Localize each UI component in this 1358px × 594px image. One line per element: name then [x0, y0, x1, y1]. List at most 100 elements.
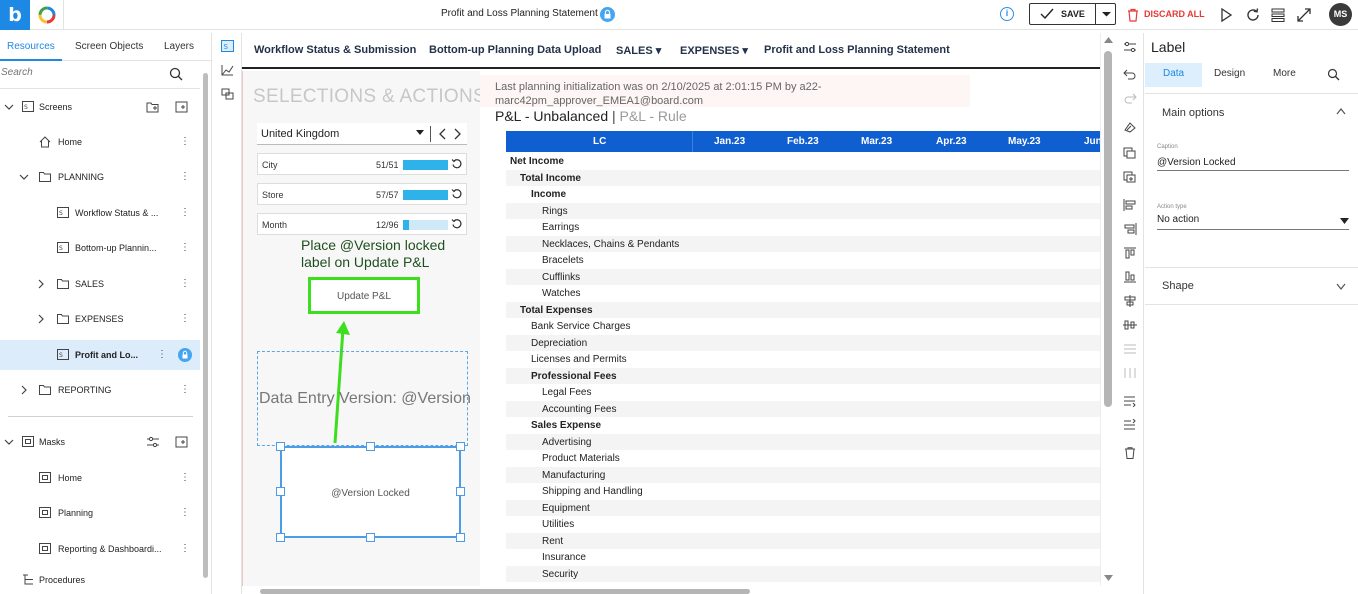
- kebab-menu-icon[interactable]: ⋮: [180, 507, 190, 518]
- filter-city[interactable]: City 51/51: [257, 153, 467, 175]
- chevron-down-icon[interactable]: [1336, 283, 1346, 290]
- layout-icon[interactable]: [1270, 7, 1286, 23]
- resize-handle[interactable]: [276, 487, 285, 496]
- update-pl-button[interactable]: Update P&L: [308, 277, 420, 314]
- chevron-right-icon[interactable]: [19, 385, 29, 395]
- pl-title-rule[interactable]: P&L - Rule: [620, 108, 687, 124]
- resize-handle[interactable]: [456, 533, 465, 542]
- copy-layout-icon[interactable]: [221, 88, 234, 100]
- chevron-down-icon[interactable]: [4, 102, 14, 112]
- app-ring-icon[interactable]: [37, 5, 57, 25]
- chart-edit-icon[interactable]: [221, 64, 234, 76]
- kebab-menu-icon[interactable]: ⋮: [180, 242, 190, 253]
- new-folder-icon[interactable]: [146, 101, 160, 113]
- data-entry-version-label[interactable]: Data Entry Version: @Version: [257, 351, 471, 446]
- play-icon[interactable]: [1218, 7, 1234, 23]
- canvas-horizontal-scrollbar[interactable]: [242, 586, 1100, 594]
- table-row[interactable]: Manufacturing: [506, 466, 1101, 483]
- search-icon[interactable]: [1327, 68, 1340, 81]
- table-row[interactable]: Depreciation: [506, 334, 1101, 351]
- kebab-menu-icon[interactable]: ⋮: [157, 349, 167, 360]
- nav-expenses[interactable]: EXPENSES ▾: [680, 44, 748, 57]
- kebab-menu-icon[interactable]: ⋮: [180, 384, 190, 395]
- main-options-title[interactable]: Main options: [1162, 107, 1224, 119]
- shape-section[interactable]: Shape: [1145, 267, 1358, 305]
- chevron-up-icon[interactable]: [1336, 108, 1346, 115]
- table-row[interactable]: Rent: [506, 532, 1101, 549]
- undo-icon[interactable]: [1123, 68, 1137, 80]
- redo-icon[interactable]: [1123, 92, 1137, 104]
- table-row[interactable]: Rings: [506, 202, 1101, 219]
- tree-item-home[interactable]: Home ⋮: [0, 127, 200, 157]
- table-row[interactable]: Licenses and Permits: [506, 351, 1101, 368]
- column-header[interactable]: Jan.23: [714, 136, 745, 147]
- new-mask-icon[interactable]: [175, 436, 189, 448]
- scroll-down-icon[interactable]: [1104, 575, 1113, 581]
- send-backward-icon[interactable]: [1123, 395, 1137, 407]
- bring-forward-icon[interactable]: [1123, 419, 1137, 431]
- reset-icon[interactable]: [451, 218, 463, 230]
- save-button[interactable]: SAVE: [1029, 3, 1116, 25]
- kebab-menu-icon[interactable]: ⋮: [180, 543, 190, 554]
- save-dropdown-button[interactable]: [1095, 4, 1116, 24]
- tree-section-masks[interactable]: Masks: [0, 427, 200, 457]
- nav-bottom-up-upload[interactable]: Bottom-up Planning Data Upload: [429, 44, 601, 56]
- table-row[interactable]: Security: [506, 565, 1101, 582]
- user-avatar[interactable]: MS: [1329, 3, 1352, 26]
- table-row[interactable]: Equipment: [506, 499, 1101, 516]
- table-row[interactable]: Product Materials: [506, 450, 1101, 467]
- chevron-down-icon[interactable]: [4, 437, 14, 447]
- table-row[interactable]: Bank Service Charges: [506, 318, 1101, 335]
- table-row[interactable]: Earrings: [506, 219, 1101, 236]
- table-row[interactable]: Insurance: [506, 549, 1101, 566]
- chevron-right-icon[interactable]: [36, 314, 46, 324]
- kebab-menu-icon[interactable]: ⋮: [180, 136, 190, 147]
- tree-item-profit-and-loss[interactable]: S Profit and Lo... ⋮: [0, 340, 200, 370]
- caption-field[interactable]: [1157, 155, 1349, 171]
- table-row[interactable]: Legal Fees: [506, 384, 1101, 401]
- tree-scrollbar[interactable]: [203, 73, 208, 578]
- tree-folder-sales[interactable]: SALES ⋮: [0, 269, 200, 299]
- kebab-menu-icon[interactable]: ⋮: [180, 207, 190, 218]
- search-input[interactable]: [1, 67, 151, 78]
- column-header[interactable]: LC: [593, 136, 606, 147]
- kebab-menu-icon[interactable]: ⋮: [180, 278, 190, 289]
- table-row[interactable]: Professional Fees: [506, 367, 1101, 384]
- country-dropdown[interactable]: United Kingdom: [257, 123, 467, 145]
- scroll-up-icon[interactable]: [1104, 37, 1113, 43]
- nav-workflow-status[interactable]: Workflow Status & Submission: [254, 44, 416, 56]
- table-row[interactable]: Sales Expense: [506, 417, 1101, 434]
- column-header[interactable]: Mar.23: [861, 136, 892, 147]
- pl-title-unbalanced[interactable]: P&L - Unbalanced: [495, 108, 608, 124]
- tree-mask-home[interactable]: Home ⋮: [0, 463, 200, 493]
- tab-screen-objects[interactable]: Screen Objects: [75, 41, 143, 52]
- align-right-icon[interactable]: [1123, 223, 1137, 235]
- align-middle-icon[interactable]: [1123, 319, 1137, 331]
- previous-icon[interactable]: [439, 128, 447, 140]
- reset-icon[interactable]: [451, 158, 463, 170]
- tree-section-screens[interactable]: S Screens: [0, 92, 200, 122]
- resize-handle[interactable]: [366, 533, 375, 542]
- search-icon[interactable]: [169, 67, 183, 81]
- tree-section-procedures[interactable]: Procedures: [0, 565, 200, 594]
- shape-title[interactable]: Shape: [1162, 280, 1194, 292]
- board-logo[interactable]: b: [0, 0, 30, 30]
- expand-icon[interactable]: [1296, 7, 1312, 23]
- tree-folder-expenses[interactable]: EXPENSES ⋮: [0, 304, 200, 334]
- resize-handle[interactable]: [276, 533, 285, 542]
- scroll-thumb[interactable]: [260, 589, 750, 594]
- format-painter-icon[interactable]: [1123, 121, 1137, 133]
- refresh-icon[interactable]: [1245, 7, 1261, 23]
- tab-more[interactable]: More: [1273, 68, 1296, 79]
- tab-resources[interactable]: Resources: [7, 41, 55, 52]
- table-row[interactable]: Total Expenses: [506, 301, 1101, 318]
- filter-settings-icon[interactable]: [146, 436, 160, 448]
- table-row[interactable]: Accounting Fees: [506, 400, 1101, 417]
- new-screen-icon[interactable]: [175, 101, 189, 113]
- table-row[interactable]: Advertising: [506, 433, 1101, 450]
- tab-design[interactable]: Design: [1214, 68, 1245, 79]
- resize-handle[interactable]: [276, 442, 285, 451]
- align-center-icon[interactable]: [1123, 295, 1137, 307]
- tree-mask-planning[interactable]: Planning ⋮: [0, 498, 200, 528]
- duplicate-icon[interactable]: [1123, 171, 1137, 183]
